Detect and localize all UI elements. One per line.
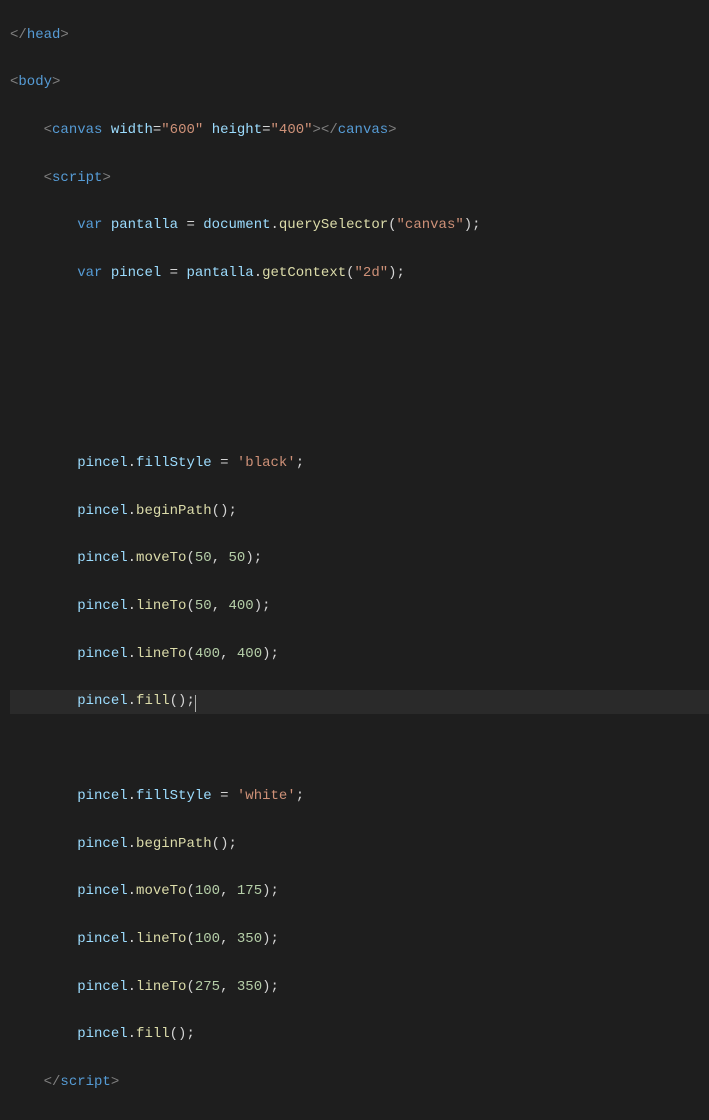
code-line[interactable] (10, 357, 709, 381)
code-line[interactable]: <body> (10, 71, 709, 95)
code-line[interactable]: var pincel = pantalla.getContext("2d"); (10, 262, 709, 286)
code-line[interactable]: </script> (10, 1071, 709, 1095)
code-line[interactable]: pincel.beginPath(); (10, 833, 709, 857)
code-line[interactable]: pincel.fill(); (10, 1023, 709, 1047)
code-line[interactable]: var pantalla = document.querySelector("c… (10, 214, 709, 238)
code-line[interactable]: pincel.lineTo(100, 350); (10, 928, 709, 952)
code-line[interactable]: <script> (10, 167, 709, 191)
code-line[interactable] (10, 405, 709, 429)
code-line[interactable] (10, 738, 709, 762)
gutter (0, 0, 10, 560)
code-line[interactable]: </body> (10, 1118, 709, 1120)
code-editor[interactable]: </head> <body> <canvas width="600" heigh… (0, 0, 709, 560)
text-cursor (195, 695, 196, 712)
code-line[interactable]: pincel.lineTo(50, 400); (10, 595, 709, 619)
code-line[interactable]: pincel.moveTo(50, 50); (10, 547, 709, 571)
code-line[interactable]: pincel.fillStyle = 'black'; (10, 452, 709, 476)
code-area[interactable]: </head> <body> <canvas width="600" heigh… (10, 0, 709, 560)
code-line[interactable]: pincel.lineTo(400, 400); (10, 643, 709, 667)
code-line-active[interactable]: pincel.fill(); (10, 690, 709, 714)
code-line[interactable]: pincel.moveTo(100, 175); (10, 880, 709, 904)
code-line[interactable]: pincel.lineTo(275, 350); (10, 976, 709, 1000)
code-line[interactable]: </head> (10, 24, 709, 48)
code-line[interactable]: <canvas width="600" height="400"></canva… (10, 119, 709, 143)
code-line[interactable]: pincel.fillStyle = 'white'; (10, 785, 709, 809)
code-line[interactable]: pincel.beginPath(); (10, 500, 709, 524)
code-line[interactable] (10, 309, 709, 333)
